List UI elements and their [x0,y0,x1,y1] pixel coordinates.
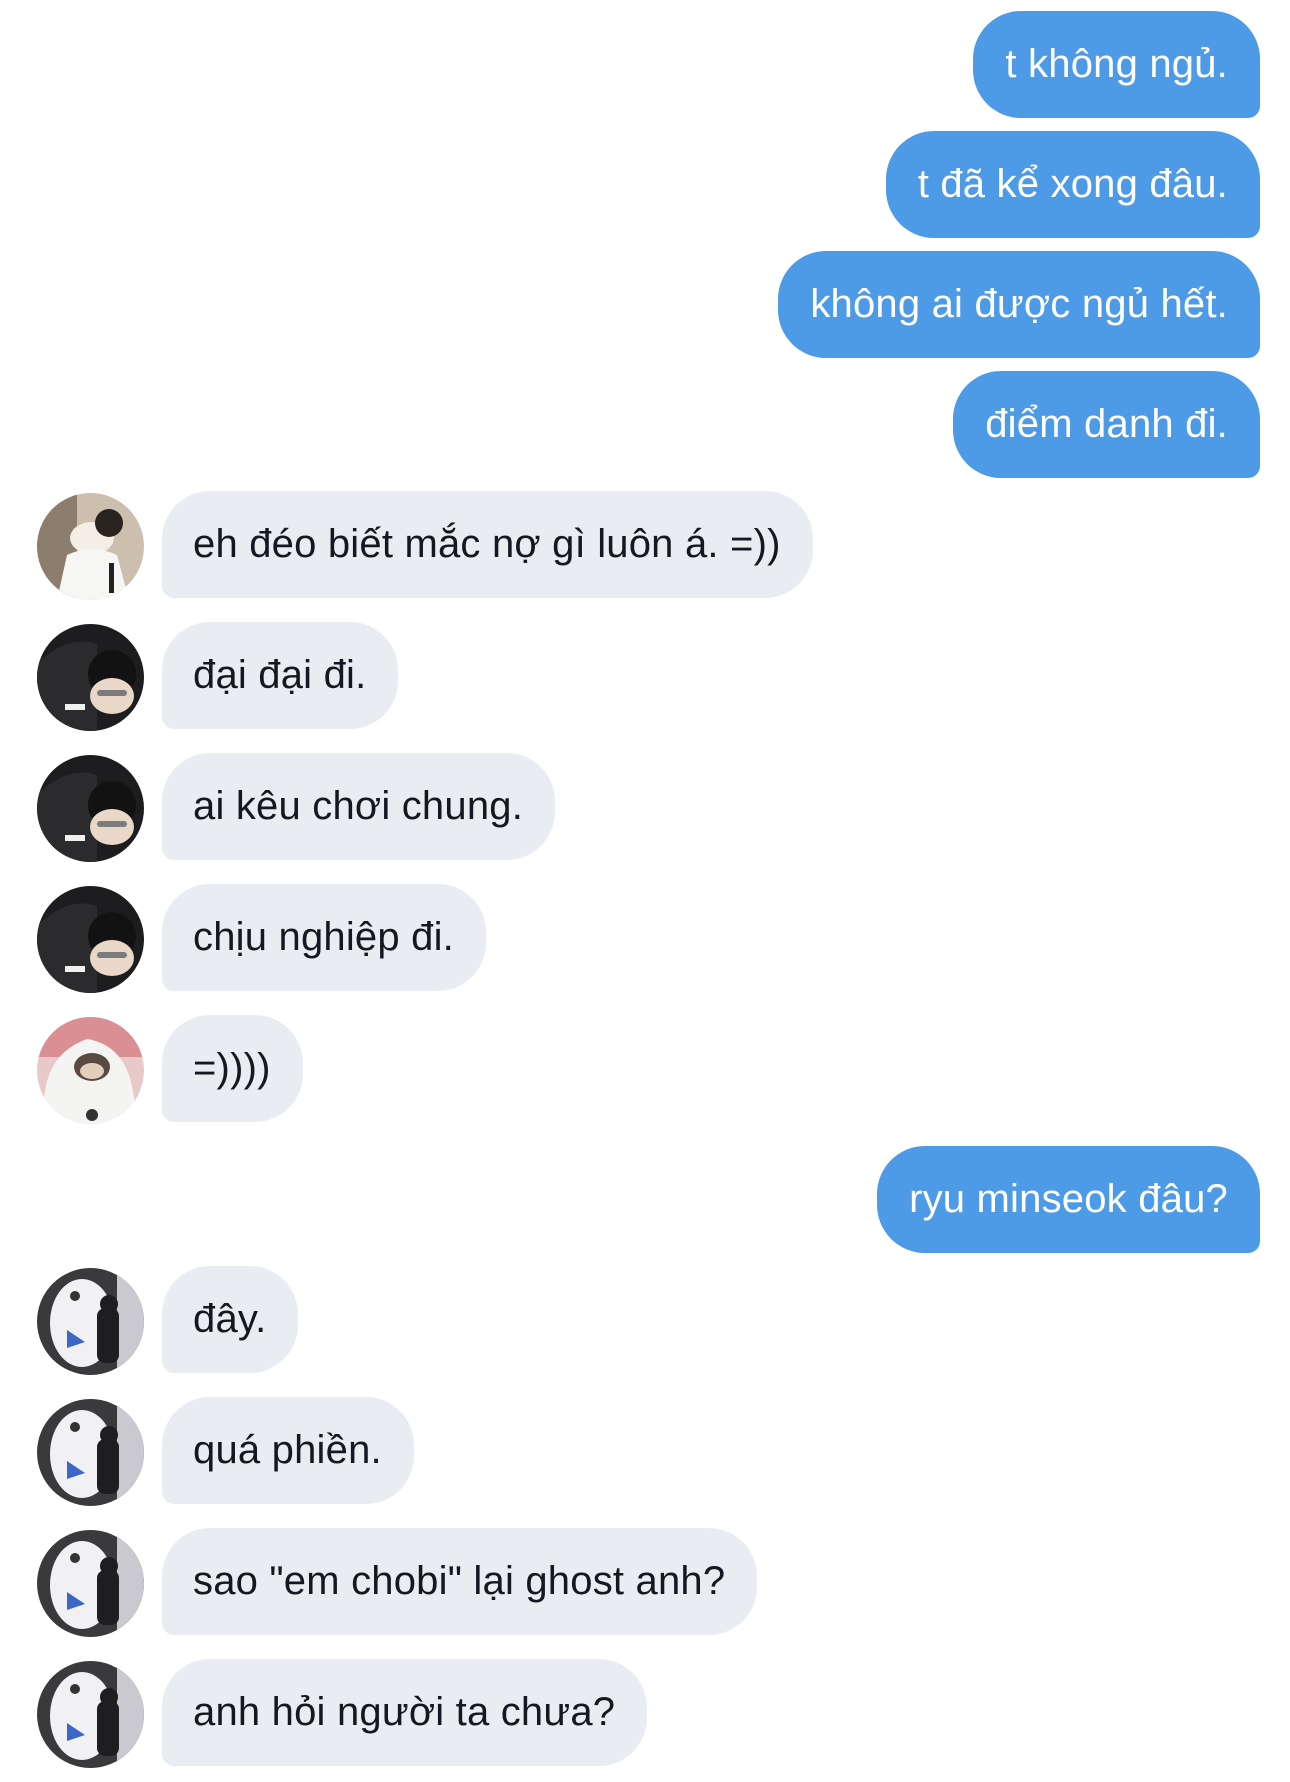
message-incoming: sao "em chobi" lại ghost anh? [162,1528,758,1635]
message-bubble[interactable]: không ai được ngủ hết. [778,251,1260,358]
message-bubble[interactable]: anh hỏi người ta chưa? [162,1659,648,1766]
avatar-white-hood[interactable] [37,1017,144,1124]
message-bubble[interactable]: sao "em chobi" lại ghost anh? [162,1528,758,1635]
message-bubble[interactable]: đại đại đi. [162,622,399,729]
avatar-black-jacket[interactable] [37,624,144,731]
message-incoming: quá phiền. [162,1397,414,1504]
chat-thread[interactable]: t không ngủ. t đã kể xong đâu. không ai … [0,0,1290,1782]
message-incoming: đại đại đi. [162,622,399,729]
avatar-mascot-hug[interactable] [37,1661,144,1768]
avatar-black-jacket[interactable] [37,755,144,862]
message-outgoing: t không ngủ. [973,11,1260,118]
message-bubble[interactable]: quá phiền. [162,1397,414,1504]
message-incoming: =)))) [162,1015,303,1122]
avatar-black-jacket[interactable] [37,886,144,993]
message-bubble[interactable]: =)))) [162,1015,303,1122]
avatar-mascot-hug[interactable] [37,1399,144,1506]
message-outgoing: ryu minseok đâu? [877,1146,1260,1253]
message-bubble[interactable]: ryu minseok đâu? [877,1146,1260,1253]
message-incoming: anh hỏi người ta chưa? [162,1659,648,1766]
avatar-mascot-hug[interactable] [37,1530,144,1637]
avatar-mascot-hug[interactable] [37,1268,144,1375]
message-bubble[interactable]: đây. [162,1266,299,1373]
avatar-dog-hug[interactable] [37,493,144,600]
message-outgoing: điểm danh đi. [953,371,1260,478]
message-bubble[interactable]: chịu nghiệp đi. [162,884,486,991]
message-bubble[interactable]: t không ngủ. [973,11,1260,118]
message-incoming: chịu nghiệp đi. [162,884,486,991]
message-incoming: ai kêu chơi chung. [162,753,556,860]
message-bubble[interactable]: điểm danh đi. [953,371,1260,478]
message-outgoing: t đã kể xong đâu. [885,131,1260,238]
message-incoming: eh đéo biết mắc nợ gì luôn á. =)) [162,491,813,598]
message-bubble[interactable]: t đã kể xong đâu. [885,131,1260,238]
message-incoming: đây. [162,1266,299,1373]
message-outgoing: không ai được ngủ hết. [778,251,1260,358]
message-bubble[interactable]: ai kêu chơi chung. [162,753,556,860]
message-bubble[interactable]: eh đéo biết mắc nợ gì luôn á. =)) [162,491,813,598]
